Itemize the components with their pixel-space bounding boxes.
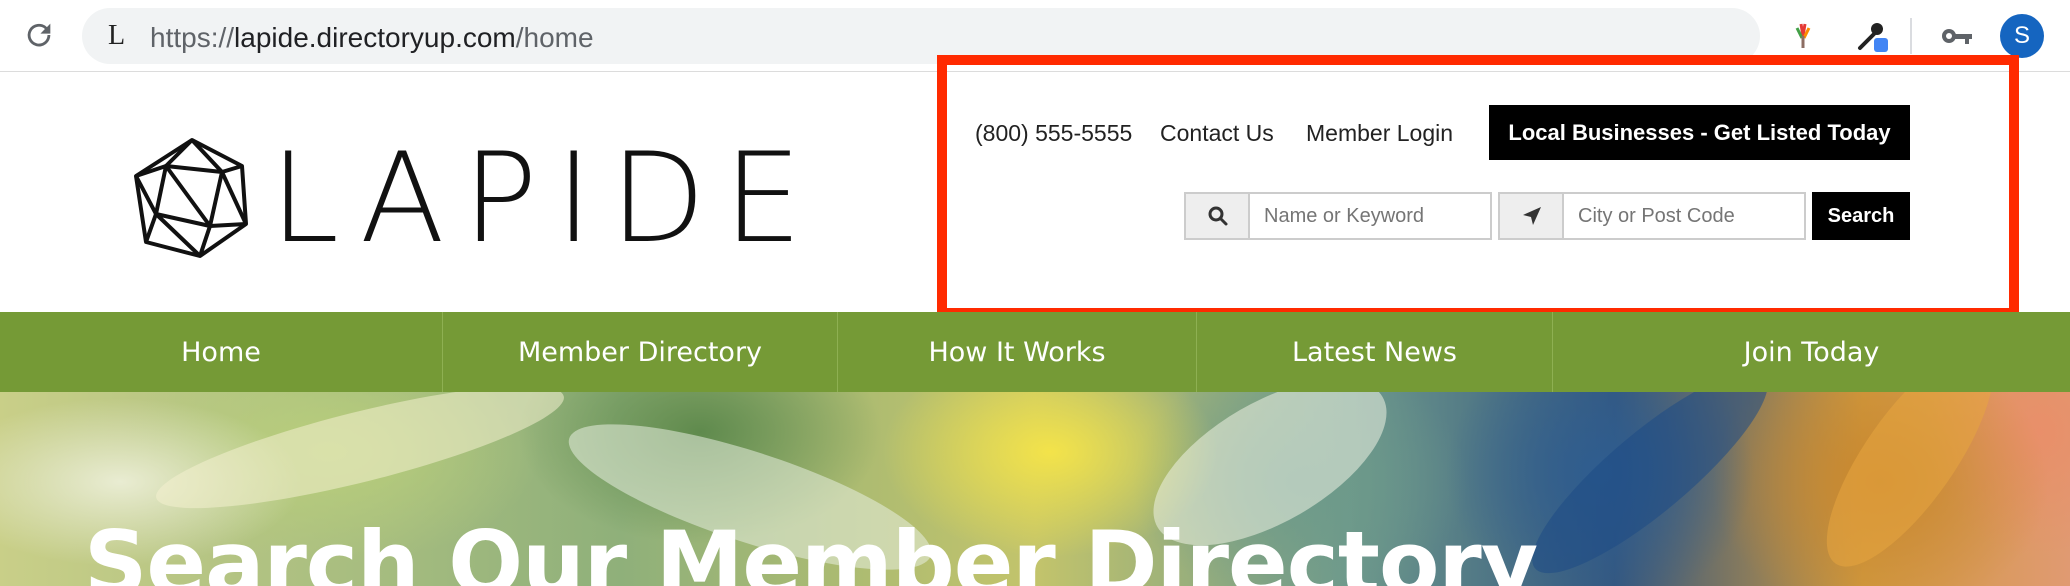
url-text[interactable]: https://lapide.directoryup.com/home [150,22,594,54]
profile-avatar[interactable]: S [2000,14,2044,58]
logo-wordmark: LAPIDE [270,127,820,271]
search-addon [1186,194,1250,238]
logo-icosahedron-icon [134,138,248,258]
browser-toolbar: L https://lapide.directoryup.com/home S [0,0,2070,72]
extension-icon[interactable] [1783,16,1823,56]
nav-item-home[interactable]: Home [0,312,443,392]
address-bar[interactable]: L https://lapide.directoryup.com/home [82,8,1760,64]
eyedropper-icon[interactable] [1850,16,1890,56]
site-header: LAPIDE (800) 555-5555 Contact Us Member … [0,72,2070,312]
hero-banner: Search Our Member Directory [0,392,2070,586]
member-login-link[interactable]: Member Login [1306,120,1453,147]
site-logo[interactable]: LAPIDE [130,134,802,264]
search-icon [1208,206,1228,226]
location-search-group [1498,192,1806,240]
nav-item-join-today[interactable]: Join Today [1553,312,2070,392]
location-input[interactable] [1578,205,1798,228]
keyword-input[interactable] [1264,205,1484,228]
location-arrow-icon [1523,207,1541,225]
nav-item-member-directory[interactable]: Member Directory [443,312,838,392]
location-addon [1500,194,1564,238]
paint-stroke [1509,392,1791,586]
contact-us-link[interactable]: Contact Us [1160,120,1274,147]
paint-stroke [1798,392,2022,586]
key-icon[interactable] [1938,16,1978,56]
search-button[interactable]: Search [1812,192,1910,240]
main-navigation: Home Member Directory How It Works Lates… [0,312,2070,392]
toolbar-divider [1910,18,1912,54]
hero-title: Search Our Member Directory [84,512,1538,586]
site-favicon: L [108,20,126,51]
phone-number[interactable]: (800) 555-5555 [975,120,1132,147]
get-listed-button[interactable]: Local Businesses - Get Listed Today [1489,105,1910,160]
keyword-search-group [1184,192,1492,240]
paint-stroke [147,392,573,532]
nav-item-latest-news[interactable]: Latest News [1197,312,1553,392]
nav-item-how-it-works[interactable]: How It Works [838,312,1197,392]
reload-icon[interactable] [22,18,56,52]
